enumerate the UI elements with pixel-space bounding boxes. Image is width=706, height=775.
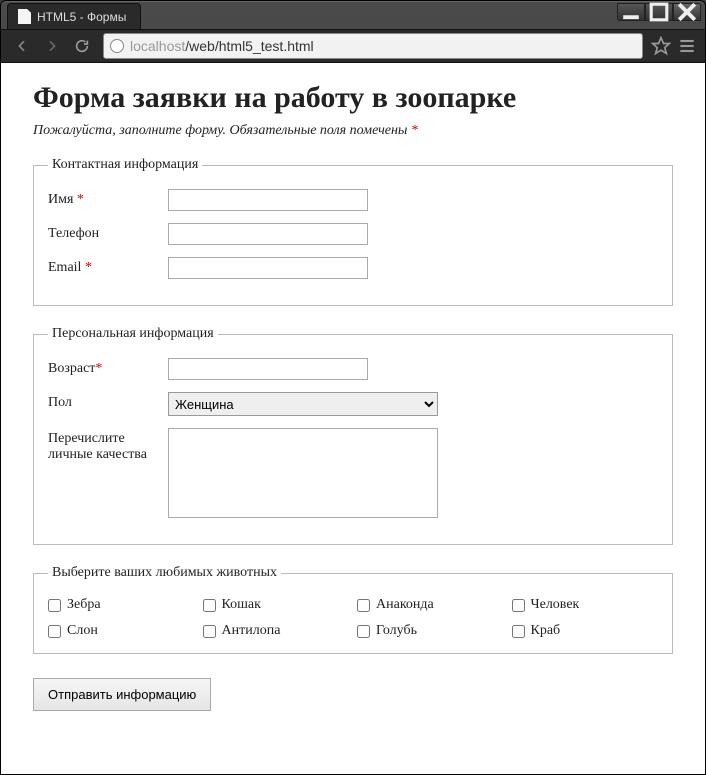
maximize-button[interactable] xyxy=(645,3,673,21)
animal-checkbox[interactable] xyxy=(512,599,525,612)
email-label: Email * xyxy=(48,257,168,276)
qualities-textarea[interactable] xyxy=(168,428,438,518)
gender-label: Пол xyxy=(48,392,168,411)
browser-window: HTML5 - Формы localhost/web/html5_test.h xyxy=(0,0,706,775)
gender-select[interactable]: Женщина xyxy=(168,392,438,416)
phone-input[interactable] xyxy=(168,223,368,245)
animal-label: Зебра xyxy=(67,597,101,613)
animal-label: Человек xyxy=(531,597,580,613)
name-label: Имя * xyxy=(48,189,168,208)
animal-label: Анаконда xyxy=(376,597,434,613)
animal-option[interactable]: Кошак xyxy=(203,597,350,613)
required-star: * xyxy=(411,123,418,138)
fieldset-contact: Контактная информация Имя * Телефон Emai… xyxy=(33,157,673,306)
fieldset-animals: Выберите ваших любимых животных Зебра Кош… xyxy=(33,565,673,654)
name-input[interactable] xyxy=(168,189,368,211)
minimize-button[interactable] xyxy=(617,3,645,21)
legend-personal: Персональная информация xyxy=(48,326,218,342)
legend-animals: Выберите ваших любимых животных xyxy=(48,565,281,581)
animal-checkbox[interactable] xyxy=(357,625,370,638)
legend-contact: Контактная информация xyxy=(48,157,202,173)
menu-icon[interactable] xyxy=(677,36,697,56)
address-bar[interactable]: localhost/web/html5_test.html xyxy=(103,33,643,59)
animal-label: Голубь xyxy=(376,623,417,639)
animal-checkbox[interactable] xyxy=(48,599,61,612)
qualities-label: Перечислите личные качества xyxy=(48,428,168,463)
animal-checkbox[interactable] xyxy=(203,625,216,638)
email-input[interactable] xyxy=(168,257,368,279)
animal-checkbox[interactable] xyxy=(357,599,370,612)
animal-option[interactable]: Анаконда xyxy=(357,597,504,613)
browser-toolbar: localhost/web/html5_test.html xyxy=(1,29,705,63)
age-label: Возраст* xyxy=(48,358,168,377)
age-input[interactable] xyxy=(168,358,368,380)
animal-checkbox[interactable] xyxy=(203,599,216,612)
url-text: localhost/web/html5_test.html xyxy=(130,38,314,54)
animal-label: Краб xyxy=(531,623,561,639)
fieldset-personal: Персональная информация Возраст* Пол Жен… xyxy=(33,326,673,545)
back-button[interactable] xyxy=(9,33,35,59)
page-content: Форма заявки на работу в зоопарке Пожалу… xyxy=(1,63,705,774)
globe-icon xyxy=(110,39,124,53)
animal-option[interactable]: Голубь xyxy=(357,623,504,639)
tab-title: HTML5 - Формы xyxy=(37,10,126,24)
animal-checkbox[interactable] xyxy=(512,625,525,638)
titlebar: HTML5 - Формы xyxy=(1,1,705,29)
document-icon xyxy=(18,9,31,24)
animal-option[interactable]: Краб xyxy=(512,623,659,639)
window-controls xyxy=(617,3,701,21)
animal-label: Кошак xyxy=(222,597,261,613)
submit-button[interactable]: Отправить информацию xyxy=(33,678,211,711)
reload-button[interactable] xyxy=(69,33,95,59)
phone-label: Телефон xyxy=(48,223,168,242)
animal-option[interactable]: Зебра xyxy=(48,597,195,613)
intro-text: Пожалуйста, заполните форму. Обязательны… xyxy=(33,123,673,139)
animal-option[interactable]: Слон xyxy=(48,623,195,639)
close-button[interactable] xyxy=(673,3,701,21)
animal-checkbox[interactable] xyxy=(48,625,61,638)
forward-button[interactable] xyxy=(39,33,65,59)
animal-option[interactable]: Человек xyxy=(512,597,659,613)
animal-option[interactable]: Антилопа xyxy=(203,623,350,639)
bookmark-icon[interactable] xyxy=(651,36,671,56)
animal-label: Антилопа xyxy=(222,623,281,639)
browser-tab[interactable]: HTML5 - Формы xyxy=(7,3,141,29)
page-title: Форма заявки на работу в зоопарке xyxy=(33,81,673,115)
animal-label: Слон xyxy=(67,623,98,639)
